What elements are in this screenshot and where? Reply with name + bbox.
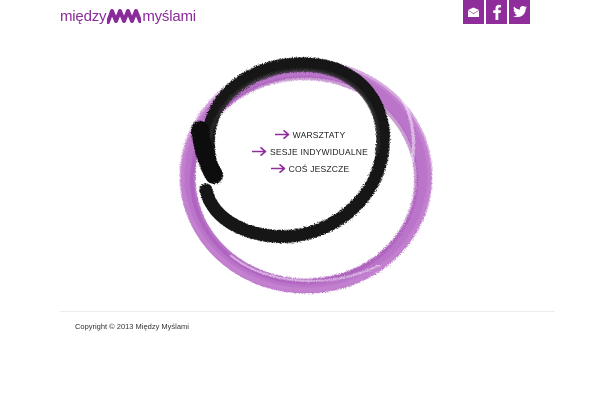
main-menu: WARSZTATY SESJE INDYWIDUALNE COŚ JESZCZE bbox=[220, 126, 400, 177]
logo-text-part2: myślami bbox=[142, 7, 196, 25]
mail-icon bbox=[468, 7, 479, 17]
menu-item-label: WARSZTATY bbox=[292, 129, 346, 140]
social-twitter-button[interactable] bbox=[509, 0, 530, 24]
menu-item-sesje-indywidualne[interactable]: SESJE INDYWIDUALNE bbox=[220, 143, 400, 160]
arrow-right-icon bbox=[274, 130, 289, 139]
menu-item-cos-jeszcze[interactable]: COŚ JESZCZE bbox=[220, 160, 400, 177]
footer-divider bbox=[60, 311, 555, 312]
menu-item-warsztaty[interactable]: WARSZTATY bbox=[220, 126, 400, 143]
arrow-right-icon bbox=[251, 147, 267, 156]
social-facebook-button[interactable] bbox=[486, 0, 507, 24]
copyright-text: Copyright © 2013 Między Myślami bbox=[75, 322, 189, 331]
facebook-icon bbox=[492, 4, 501, 20]
site-logo[interactable]: między myślami bbox=[60, 6, 196, 26]
social-mail-button[interactable] bbox=[463, 0, 484, 24]
arrow-right-icon bbox=[270, 164, 285, 173]
logo-text-part1: między bbox=[60, 7, 107, 25]
social-links bbox=[463, 0, 530, 24]
twitter-icon bbox=[512, 6, 527, 18]
menu-item-label: SESJE INDYWIDUALNE bbox=[269, 146, 369, 157]
logo-brush-m-icon bbox=[107, 9, 142, 24]
menu-item-label: COŚ JESZCZE bbox=[288, 163, 350, 174]
